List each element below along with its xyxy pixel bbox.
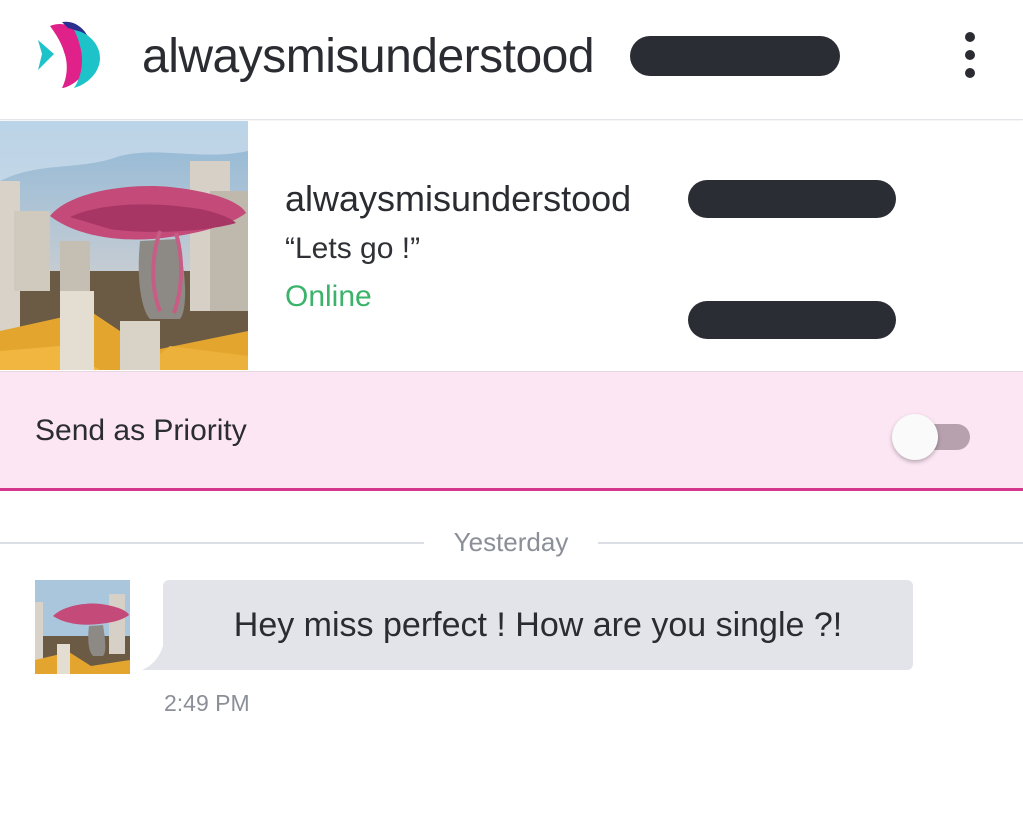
profile-card[interactable] (0, 121, 1023, 371)
more-menu-button[interactable] (950, 28, 990, 82)
fish-logo-icon[interactable] (34, 18, 104, 90)
header-username: alwaysmisunderstood (142, 29, 595, 83)
message-timestamp: 2:49 PM (164, 690, 250, 716)
header-title-wrap: alwaysmisunderstood (142, 26, 595, 86)
profile-name: alwaysmisunderstood (285, 178, 632, 219)
message-text: Hey miss perfect ! How are you single ?! (233, 605, 843, 644)
date-divider: Yesterday (453, 527, 569, 557)
redaction-bar (630, 36, 840, 76)
divider-line (0, 542, 424, 544)
divider-line (598, 542, 1023, 544)
priority-label: Send as Priority (35, 414, 247, 447)
priority-toggle[interactable] (892, 414, 972, 460)
app-header: alwaysmisunderstood (0, 0, 1023, 120)
sender-avatar[interactable] (35, 580, 130, 674)
redaction-bar (688, 180, 896, 218)
priority-bar: Send as Priority (0, 371, 1023, 491)
message-bubble[interactable]: Hey miss perfect ! How are you single ?! (163, 580, 913, 670)
redaction-bar (688, 301, 896, 339)
toggle-knob (892, 414, 938, 460)
more-vertical-icon (965, 32, 975, 42)
presence-status: Online (285, 280, 372, 313)
profile-status-message: “Lets go !” (285, 232, 421, 265)
profile-photo[interactable] (0, 121, 248, 370)
